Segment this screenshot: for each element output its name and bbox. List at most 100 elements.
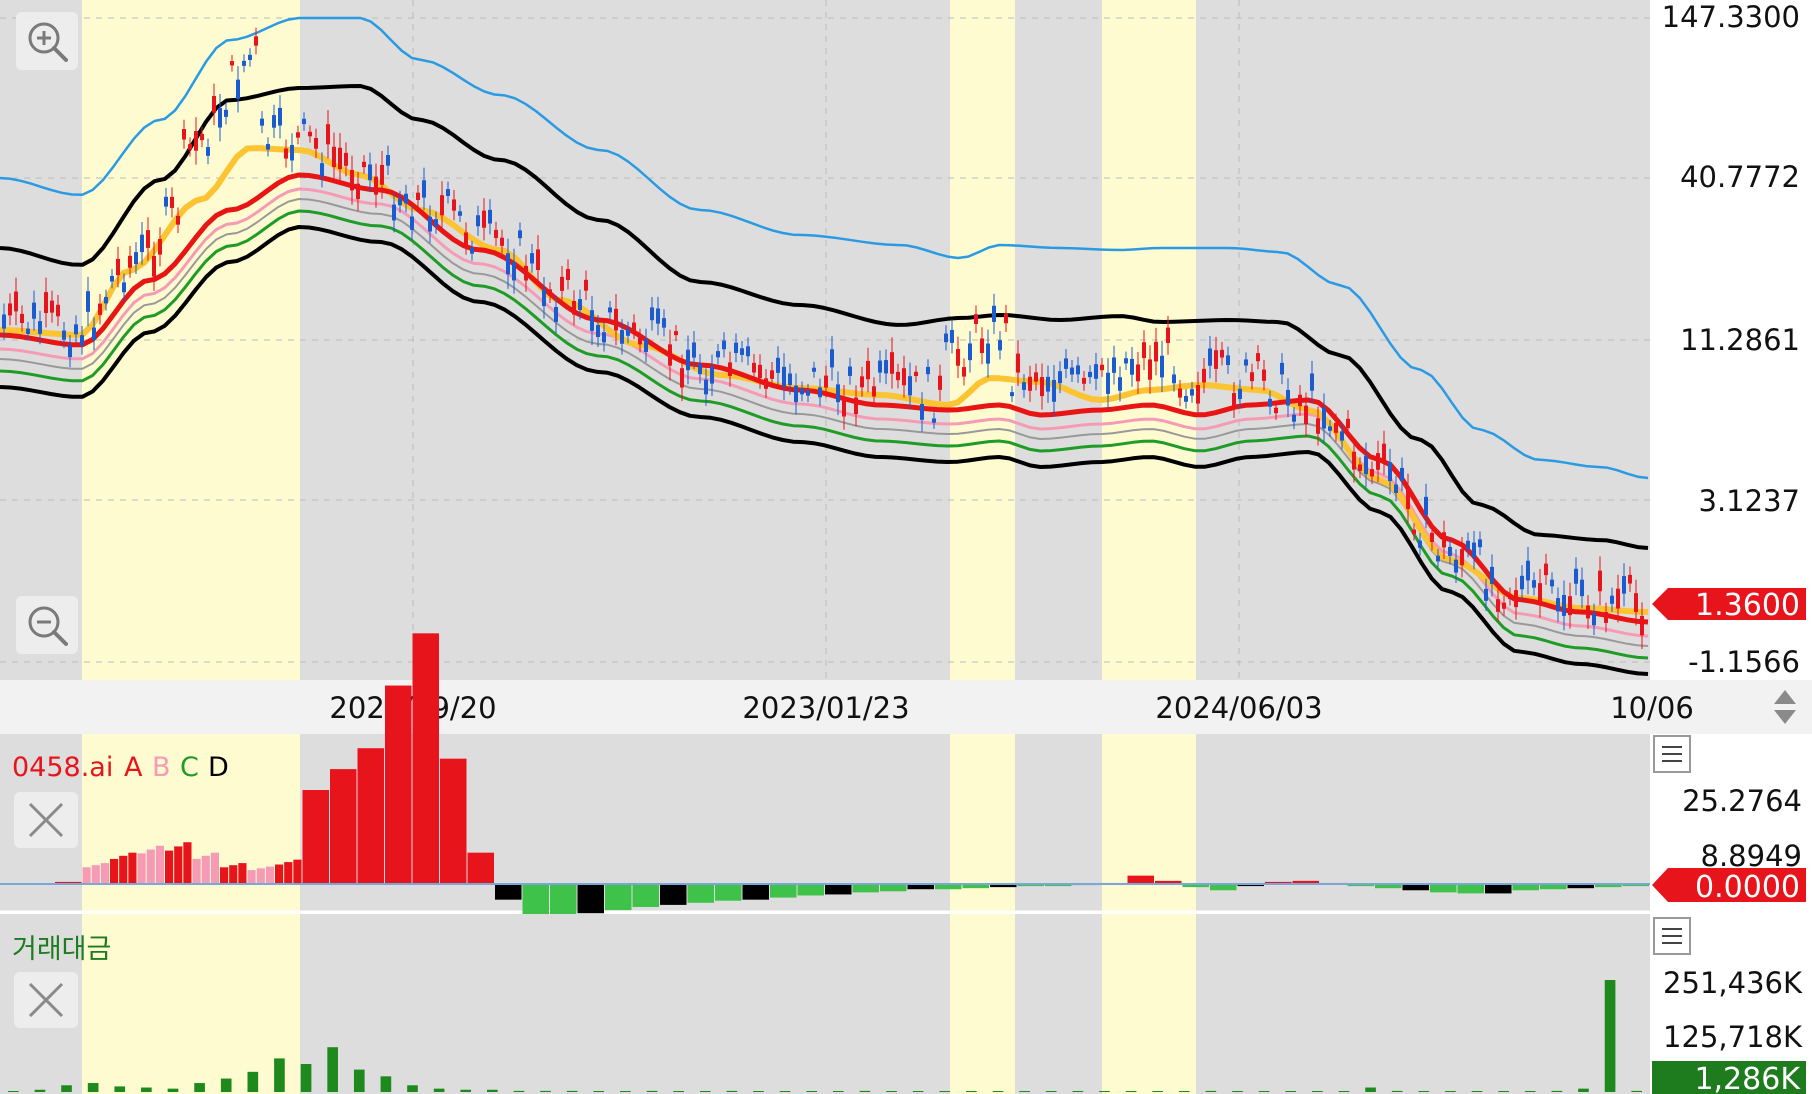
candle-body bbox=[1640, 616, 1644, 636]
candle-body bbox=[632, 322, 636, 331]
volume-bar bbox=[460, 1089, 472, 1092]
volume-bar bbox=[1471, 1091, 1483, 1092]
candle-body bbox=[356, 183, 360, 200]
candle-body bbox=[74, 324, 78, 335]
candle-body bbox=[230, 61, 234, 66]
candle-body bbox=[38, 321, 42, 334]
candle-body bbox=[206, 147, 210, 156]
oscillator-bar bbox=[119, 855, 128, 884]
candle-body bbox=[1634, 593, 1638, 612]
oscillator-bar bbox=[715, 884, 742, 901]
price-axis-label: 40.7772 bbox=[1680, 160, 1800, 194]
volume-bar bbox=[699, 1091, 711, 1092]
volume-bar bbox=[87, 1083, 99, 1092]
candle-body bbox=[236, 79, 240, 99]
candle-body bbox=[734, 342, 738, 353]
oscillator-bar bbox=[137, 853, 146, 884]
oscillator-bar bbox=[155, 845, 164, 884]
candle-body bbox=[62, 330, 66, 340]
candle-body bbox=[1370, 469, 1374, 477]
price-axis-label: 147.3300 bbox=[1662, 0, 1800, 34]
candle-body bbox=[2, 314, 6, 329]
candle-body bbox=[1412, 529, 1416, 535]
oscillator-bar bbox=[852, 884, 879, 893]
candle-body bbox=[416, 192, 420, 200]
candle-body bbox=[194, 131, 198, 151]
oscillator-current-tag: 0.0000 bbox=[1652, 868, 1806, 905]
oscillator-bar bbox=[330, 769, 357, 884]
candle-body bbox=[1622, 576, 1626, 594]
volume-bar bbox=[220, 1078, 232, 1092]
candle-body bbox=[656, 308, 660, 324]
candle-body bbox=[1466, 540, 1470, 550]
close-icon[interactable] bbox=[14, 792, 78, 848]
candle-body bbox=[1172, 374, 1176, 384]
oscillator-bar bbox=[1457, 884, 1484, 894]
candle-body bbox=[740, 348, 744, 355]
candle-body bbox=[1226, 355, 1230, 366]
candle-body bbox=[134, 252, 138, 265]
volume-bar bbox=[407, 1085, 418, 1092]
candle-body bbox=[92, 327, 96, 341]
volume-bar bbox=[646, 1090, 658, 1092]
menu-icon[interactable] bbox=[1653, 917, 1691, 955]
candle-body bbox=[1256, 353, 1260, 362]
candle-body bbox=[1166, 327, 1170, 344]
oscillator-bar bbox=[660, 884, 687, 905]
candle-body bbox=[1142, 342, 1146, 359]
candle-body bbox=[1082, 377, 1086, 384]
candle-body bbox=[1052, 379, 1056, 402]
volume-bar bbox=[1178, 1091, 1190, 1092]
volume-bar bbox=[1445, 1091, 1456, 1092]
candle-body bbox=[464, 232, 468, 245]
background-band bbox=[82, 914, 300, 1094]
oscillator-bar bbox=[632, 884, 659, 907]
oscillator-bar bbox=[91, 865, 100, 884]
candle-body bbox=[782, 366, 786, 387]
price-axis-label: 11.2861 bbox=[1680, 323, 1800, 357]
menu-icon[interactable] bbox=[1653, 735, 1691, 773]
volume-axis-label: 251,436K bbox=[1663, 966, 1803, 1000]
candle-body bbox=[1280, 362, 1284, 375]
volume-bar bbox=[433, 1088, 445, 1092]
candle-body bbox=[596, 325, 600, 337]
oscillator-bar bbox=[385, 685, 412, 884]
candle-body bbox=[350, 169, 354, 191]
stock-chart[interactable]: 147.3300 40.7772 11.2861 3.1237 -1.1566 … bbox=[0, 0, 1812, 1094]
candle-body bbox=[1076, 365, 1080, 375]
volume-bar bbox=[114, 1086, 126, 1092]
candle-body bbox=[728, 362, 732, 376]
candle-body bbox=[1130, 358, 1134, 375]
candle-body bbox=[224, 109, 228, 117]
candle-body bbox=[686, 349, 690, 371]
candle-body bbox=[188, 144, 192, 150]
candle-body bbox=[1184, 396, 1188, 402]
volume-bar bbox=[1391, 1090, 1403, 1092]
volume-bar bbox=[1418, 1091, 1430, 1092]
candle-body bbox=[1316, 418, 1320, 434]
close-icon[interactable] bbox=[14, 972, 78, 1028]
candle-body bbox=[488, 209, 492, 224]
candle-body bbox=[1628, 574, 1632, 584]
candle-body bbox=[1502, 602, 1506, 609]
volume-bar bbox=[61, 1085, 72, 1092]
candle-body bbox=[1088, 371, 1092, 378]
up-down-arrows-icon[interactable] bbox=[1762, 684, 1808, 730]
zoom-out-icon[interactable] bbox=[16, 596, 78, 654]
candle-body bbox=[56, 304, 60, 317]
candle-body bbox=[878, 360, 882, 373]
candle-body bbox=[548, 289, 552, 296]
zoom-in-icon[interactable] bbox=[16, 12, 78, 70]
oscillator-bar bbox=[82, 867, 91, 884]
volume-bar bbox=[1099, 1091, 1110, 1092]
candle-body bbox=[428, 216, 432, 232]
volume-bar bbox=[832, 1091, 844, 1092]
candle-body bbox=[974, 314, 978, 325]
candle-body bbox=[572, 301, 576, 315]
candle-body bbox=[902, 368, 906, 386]
candle-body bbox=[212, 96, 216, 113]
candle-body bbox=[116, 258, 120, 276]
price-axis-label: -1.1566 bbox=[1688, 645, 1800, 679]
candle-body bbox=[710, 366, 714, 384]
volume-bar bbox=[912, 1091, 924, 1092]
